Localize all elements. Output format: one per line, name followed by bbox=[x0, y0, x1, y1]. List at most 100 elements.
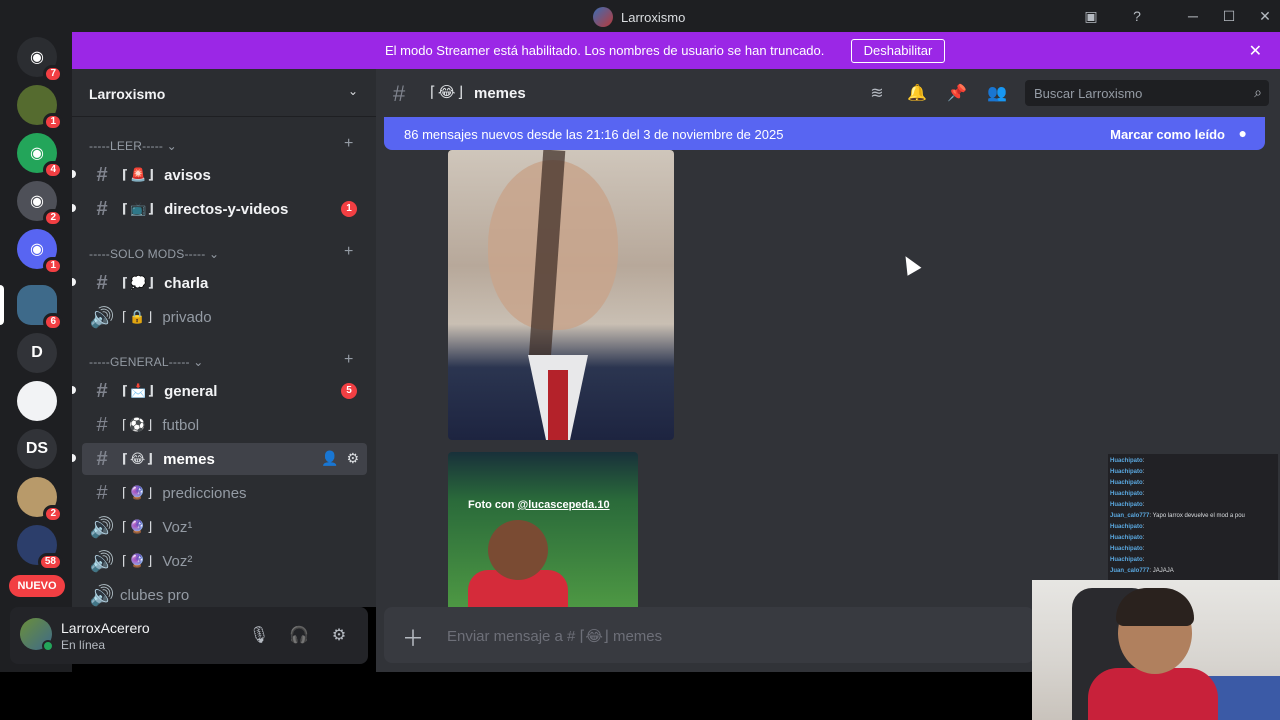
direct-messages-button[interactable]: ◉ 7 bbox=[17, 37, 63, 83]
mark-as-read-button[interactable]: Marcar como leído bbox=[1110, 127, 1225, 142]
maximize-icon[interactable]: ☐ bbox=[1219, 6, 1239, 26]
channel-voz-1[interactable]: 🔊 ⌈🔮⌋ Voz¹ bbox=[82, 511, 367, 543]
server-icon[interactable]: ◉ 1 bbox=[17, 229, 63, 275]
channel-predicciones[interactable]: # ⌈🔮⌋ predicciones bbox=[82, 477, 367, 509]
add-channel-icon[interactable]: + bbox=[344, 243, 353, 261]
message-composer[interactable]: ＋ Enviar mensaje a # ⌈😂⌋ memes bbox=[384, 607, 1034, 663]
server-icon[interactable] bbox=[17, 381, 57, 421]
gear-icon[interactable]: ⚙ bbox=[346, 450, 359, 467]
category-solo-mods[interactable]: -----SOLO MODS----- ⌄ bbox=[89, 247, 219, 261]
server-badge: 58 bbox=[37, 553, 63, 571]
threads-icon[interactable]: ≋ bbox=[866, 83, 888, 103]
stream-chat-line: Huachipato: bbox=[1110, 524, 1144, 530]
channel-charla[interactable]: # ⌈💭⌋ charla bbox=[72, 267, 367, 299]
search-box[interactable]: ⌕ bbox=[1025, 80, 1269, 106]
category-label: -----SOLO MODS----- bbox=[89, 247, 206, 261]
channel-privado[interactable]: 🔊 ⌈🔒⌋ privado bbox=[82, 301, 367, 333]
stream-chat-line: Juan_calo777: JAJAJA bbox=[1110, 568, 1174, 574]
guild-header[interactable]: Larroxismo ⌄ bbox=[72, 69, 376, 117]
channel-sidebar: Larroxismo ⌄ -----LEER----- ⌄ + # ⌈🚨⌋ av… bbox=[72, 69, 376, 607]
server-icon[interactable]: 58 bbox=[17, 525, 63, 571]
server-badge: 1 bbox=[43, 113, 63, 131]
channel-voz-2[interactable]: 🔊 ⌈🔮⌋ Voz² bbox=[82, 545, 367, 577]
voice-channel-icon: 🔊 bbox=[89, 550, 115, 573]
message-image[interactable] bbox=[448, 150, 674, 440]
webcam-overlay bbox=[1032, 580, 1280, 720]
channel-general[interactable]: # ⌈📩⌋ general 5 bbox=[72, 375, 367, 407]
user-status: En línea bbox=[61, 638, 106, 652]
channel-name: privado bbox=[162, 308, 212, 326]
username[interactable]: LarroxAcerero bbox=[61, 620, 150, 636]
unread-indicator bbox=[72, 204, 76, 212]
add-channel-icon[interactable]: + bbox=[344, 351, 353, 369]
channel-name: futbol bbox=[162, 416, 200, 434]
channel-clubes-pro[interactable]: 🔊 clubes pro bbox=[82, 579, 367, 607]
server-rail: ◉ 7 1 ◉ 4 ◉ 2 ◉ 1 6 D DS 2 58 NUEVO bbox=[0, 32, 72, 672]
text-channel-icon: # bbox=[96, 163, 108, 186]
mention-badge: 1 bbox=[341, 201, 357, 217]
stream-chat-line: Huachipato: bbox=[1110, 546, 1144, 552]
new-messages-bar[interactable]: 86 mensajes nuevos desde las 21:16 del 3… bbox=[384, 117, 1265, 150]
category-label: -----GENERAL----- bbox=[89, 355, 190, 369]
stream-chat-user: Huachipato bbox=[1110, 480, 1143, 486]
add-channel-icon[interactable]: + bbox=[344, 135, 353, 153]
unread-indicator bbox=[72, 386, 76, 394]
channel-name: memes bbox=[163, 450, 215, 468]
minimize-icon[interactable]: ─ bbox=[1183, 6, 1203, 26]
server-badge: 7 bbox=[43, 65, 63, 83]
server-badge: 4 bbox=[43, 161, 63, 179]
channel-memes[interactable]: # ⌈😂⌋ memes 👤 ⚙ bbox=[72, 443, 367, 475]
server-badge: 2 bbox=[43, 505, 63, 523]
new-unreads-pill[interactable]: NUEVO bbox=[9, 575, 65, 597]
channel-emoji: ⌈🔮⌋ bbox=[122, 485, 155, 500]
stream-chat-text: : bbox=[1142, 535, 1145, 541]
category-label: -----LEER----- bbox=[89, 139, 164, 153]
stream-chat-user: Huachipato bbox=[1110, 524, 1143, 530]
server-avatar-icon bbox=[593, 7, 613, 27]
disable-streamer-button[interactable]: Deshabilitar bbox=[851, 39, 945, 63]
gear-icon[interactable]: ⚙ bbox=[328, 625, 350, 645]
channel-emoji: ⌈📩⌋ bbox=[122, 383, 157, 398]
channel-futbol[interactable]: # ⌈⚽⌋ futbol bbox=[82, 409, 367, 441]
stream-chat-line: Huachipato: bbox=[1110, 535, 1144, 541]
message-input[interactable]: Enviar mensaje a # ⌈😂⌋ memes bbox=[447, 627, 662, 645]
mention-badge: 5 bbox=[341, 383, 357, 399]
channel-directos-y-videos[interactable]: # ⌈📺⌋ directos-y-videos 1 bbox=[72, 193, 367, 225]
microphone-icon[interactable]: 🎙 bbox=[248, 625, 270, 645]
add-attachment-icon[interactable]: ＋ bbox=[402, 621, 424, 653]
server-icon[interactable]: DS bbox=[17, 429, 57, 469]
bell-icon[interactable]: 🔔 bbox=[906, 83, 928, 103]
close-banner-icon[interactable]: ✕ bbox=[1249, 41, 1262, 61]
headphones-icon[interactable]: 🎧 bbox=[288, 625, 310, 645]
server-icon[interactable]: ◉ 4 bbox=[17, 133, 63, 179]
category-general[interactable]: -----GENERAL----- ⌄ bbox=[89, 355, 204, 369]
server-icon-larroxismo[interactable]: 6 bbox=[17, 285, 63, 331]
server-badge: 1 bbox=[43, 257, 63, 275]
stream-chat-user: Huachipato bbox=[1110, 502, 1143, 508]
server-icon[interactable]: 2 bbox=[17, 477, 63, 523]
server-icon[interactable]: 1 bbox=[17, 85, 63, 131]
streamer-mode-text: El modo Streamer está habilitado. Los no… bbox=[385, 43, 825, 58]
members-icon[interactable]: 👥 bbox=[986, 83, 1008, 103]
search-input[interactable] bbox=[1025, 80, 1245, 106]
pin-icon[interactable]: 📌 bbox=[946, 83, 968, 103]
unread-indicator bbox=[72, 454, 76, 462]
help-icon[interactable]: ? bbox=[1127, 6, 1147, 26]
invite-icon[interactable]: 👤 bbox=[321, 450, 338, 467]
server-icon[interactable]: ◉ 2 bbox=[17, 181, 63, 227]
channel-avisos[interactable]: # ⌈🚨⌋ avisos bbox=[72, 159, 367, 191]
server-icon[interactable]: D bbox=[17, 333, 57, 373]
channel-emoji: ⌈⚽⌋ bbox=[122, 417, 155, 432]
close-window-icon[interactable]: ✕ bbox=[1255, 6, 1275, 26]
stream-chat-overlay: Huachipato: Huachipato: Huachipato: Huachip… bbox=[1108, 454, 1278, 580]
text-channel-icon: # bbox=[96, 481, 108, 504]
inbox-icon[interactable]: ▣ bbox=[1081, 6, 1101, 26]
channel-emoji: ⌈🔮⌋ bbox=[122, 519, 155, 534]
stream-chat-user: Huachipato bbox=[1110, 458, 1143, 464]
stream-chat-user: Huachipato bbox=[1110, 469, 1143, 475]
server-initials: D bbox=[31, 344, 43, 361]
message-image[interactable]: Foto con @lucascepeda.10 bbox=[448, 452, 638, 612]
category-leer[interactable]: -----LEER----- ⌄ bbox=[89, 139, 177, 153]
webcam-hair bbox=[1116, 588, 1194, 626]
stream-chat-text: : bbox=[1142, 502, 1145, 508]
